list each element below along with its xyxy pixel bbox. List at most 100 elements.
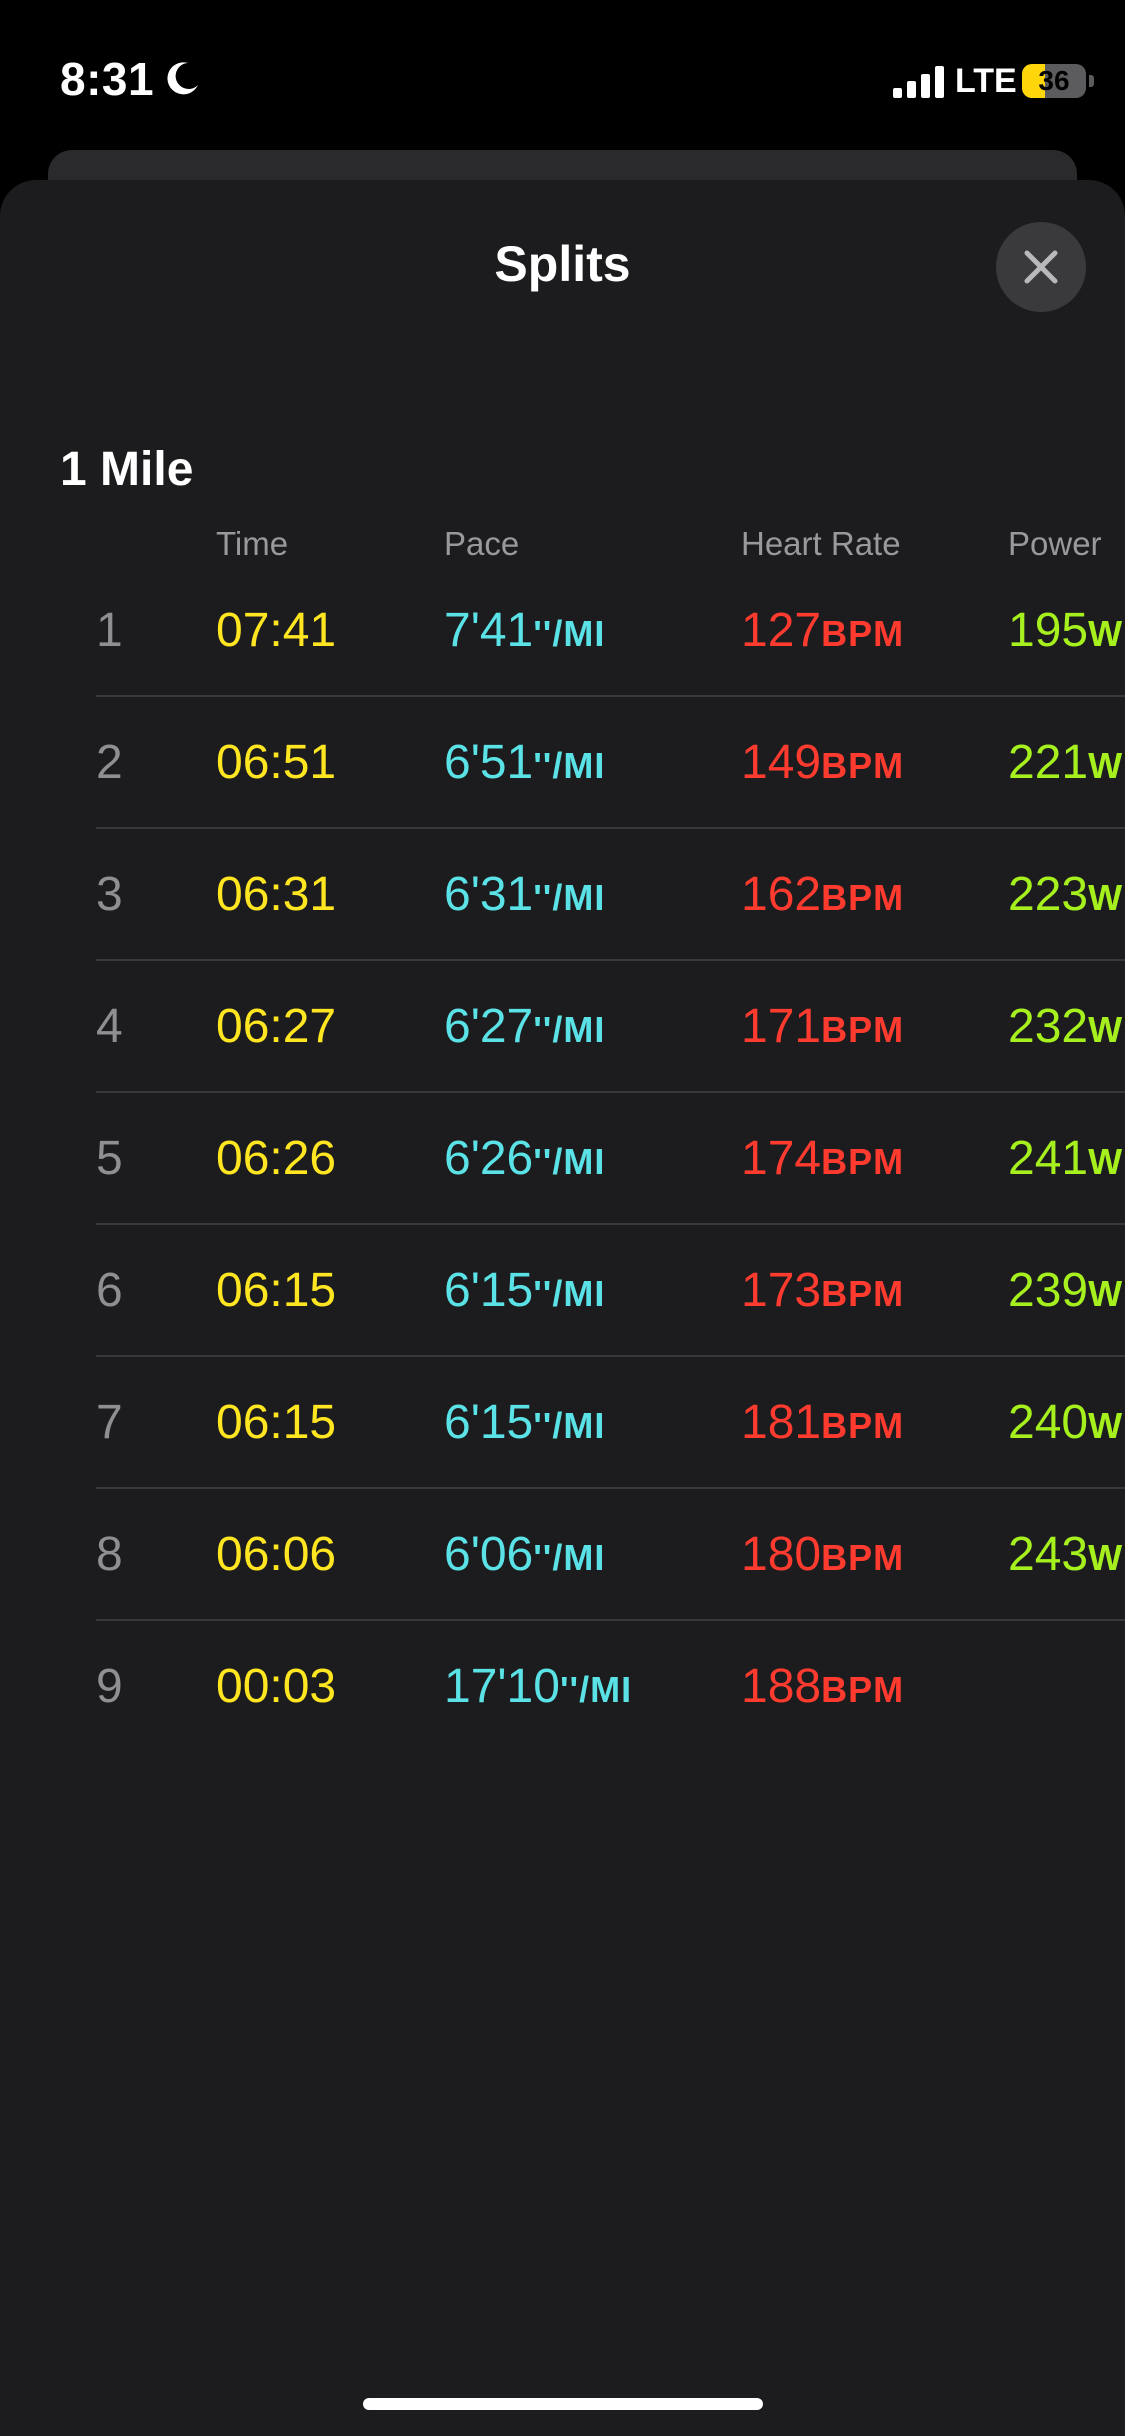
split-pace-value: 7'41 [444,604,534,657]
split-heart-rate-unit: BPM [821,1405,905,1446]
split-time-value: 06:51 [216,736,337,789]
split-heart-rate-value: 173 [741,1264,822,1317]
split-heart-rate: 174BPM [741,1093,904,1225]
split-heart-rate-value: 174 [741,1132,822,1185]
split-number-value: 6 [96,1264,123,1317]
split-pace-unit: ''/MI [559,1669,633,1710]
splits-list: 1 07:41 7'41''/MI 127BPM 195W 2 06:51 6'51''/MI… [0,565,1125,1753]
split-pace: 6'15''/MI [444,1225,605,1357]
split-power-unit: W [1088,1009,1124,1050]
splits-sheet: Splits 1 Mile Time Pace Heart Rate Power… [0,180,1125,2436]
close-icon [1024,250,1058,284]
split-pace-unit: ''/MI [533,1009,606,1050]
split-power: 241W [1008,1093,1123,1225]
status-time: 8:31 [60,52,202,106]
sheet-title: Splits [494,236,631,292]
split-number: 3 [96,829,123,961]
home-indicator[interactable] [363,2398,763,2410]
split-number: 6 [96,1225,123,1357]
split-number-value: 5 [96,1132,123,1185]
split-time-value: 07:41 [216,604,337,657]
split-heart-rate-unit: BPM [821,1009,905,1050]
split-power-unit: W [1088,1273,1124,1314]
split-time: 06:31 [216,829,336,961]
split-number-value: 8 [96,1528,123,1581]
split-time-value: 06:26 [216,1132,337,1185]
split-number: 5 [96,1093,123,1225]
split-pace-value: 6'06 [444,1528,534,1581]
split-heart-rate-value: 171 [741,1000,822,1053]
split-pace-unit: ''/MI [533,1537,606,1578]
split-number: 1 [96,565,123,697]
split-pace: 6'26''/MI [444,1093,605,1225]
split-heart-rate-unit: BPM [821,1141,905,1182]
column-header-pace: Pace [444,525,520,562]
split-pace-value: 6'15 [444,1396,534,1449]
split-power: 223W [1008,829,1123,961]
split-number: 9 [96,1621,123,1753]
split-heart-rate: 149BPM [741,697,904,829]
split-number-value: 4 [96,1000,123,1053]
split-heart-rate-unit: BPM [821,745,905,786]
split-power-value: 232 [1008,1000,1089,1053]
split-pace: 6'15''/MI [444,1357,605,1489]
split-row: 9 00:03 17'10''/MI 188BPM [0,1621,1125,1753]
split-row: 3 06:31 6'31''/MI 162BPM 223W [0,829,1125,961]
split-number: 2 [96,697,123,829]
split-pace-unit: ''/MI [533,1273,606,1314]
split-pace-unit: ''/MI [533,877,606,918]
split-time: 06:15 [216,1357,336,1489]
split-power: 232W [1008,961,1123,1093]
split-power: 243W [1008,1489,1123,1621]
split-heart-rate-unit: BPM [821,1273,905,1314]
split-pace: 7'41''/MI [444,565,605,697]
split-row: 8 06:06 6'06''/MI 180BPM 243W [0,1489,1125,1621]
column-header-time: Time [216,525,289,562]
split-number: 7 [96,1357,123,1489]
split-time: 06:26 [216,1093,336,1225]
split-pace-value: 6'26 [444,1132,534,1185]
split-heart-rate: 162BPM [741,829,904,961]
split-time-value: 00:03 [216,1660,337,1713]
split-pace: 6'06''/MI [444,1489,605,1621]
split-row: 2 06:51 6'51''/MI 149BPM 221W [0,697,1125,829]
split-pace: 6'51''/MI [444,697,605,829]
split-pace-value: 6'51 [444,736,534,789]
split-pace-unit: ''/MI [533,613,606,654]
moon-icon [167,62,199,95]
split-time-value: 06:15 [216,1396,337,1449]
split-heart-rate-unit: BPM [821,877,905,918]
split-row: 1 07:41 7'41''/MI 127BPM 195W [0,565,1125,697]
split-time-value: 06:15 [216,1264,337,1317]
split-time: 06:06 [216,1489,336,1621]
split-number: 4 [96,961,123,1093]
split-heart-rate: 171BPM [741,961,904,1093]
split-power: 195W [1008,565,1123,697]
split-power-value: 195 [1008,604,1089,657]
split-heart-rate: 181BPM [741,1357,904,1489]
split-power-value: 221 [1008,736,1089,789]
split-time: 06:27 [216,961,336,1093]
split-heart-rate-unit: BPM [821,613,905,654]
split-time-value: 06:27 [216,1000,337,1053]
split-power-value: 241 [1008,1132,1089,1185]
split-heart-rate: 188BPM [741,1621,904,1753]
cellular-signal-icon [893,66,944,98]
close-button[interactable] [996,222,1086,312]
split-heart-rate-value: 149 [741,736,822,789]
split-pace-value: 6'27 [444,1000,534,1053]
split-power-unit: W [1088,745,1124,786]
status-time-text: 8:31 [60,53,155,105]
split-heart-rate: 127BPM [741,565,904,697]
split-number: 8 [96,1489,123,1621]
split-power-unit: W [1088,613,1124,654]
split-row: 7 06:15 6'15''/MI 181BPM 240W [0,1357,1125,1489]
split-pace: 6'31''/MI [444,829,605,961]
split-heart-rate: 173BPM [741,1225,904,1357]
split-power-value: 239 [1008,1264,1089,1317]
split-row: 5 06:26 6'26''/MI 174BPM 241W [0,1093,1125,1225]
split-pace: 17'10''/MI [444,1621,632,1753]
split-heart-rate-unit: BPM [821,1537,905,1578]
split-power-value: 243 [1008,1528,1089,1581]
split-number-value: 1 [96,604,123,657]
